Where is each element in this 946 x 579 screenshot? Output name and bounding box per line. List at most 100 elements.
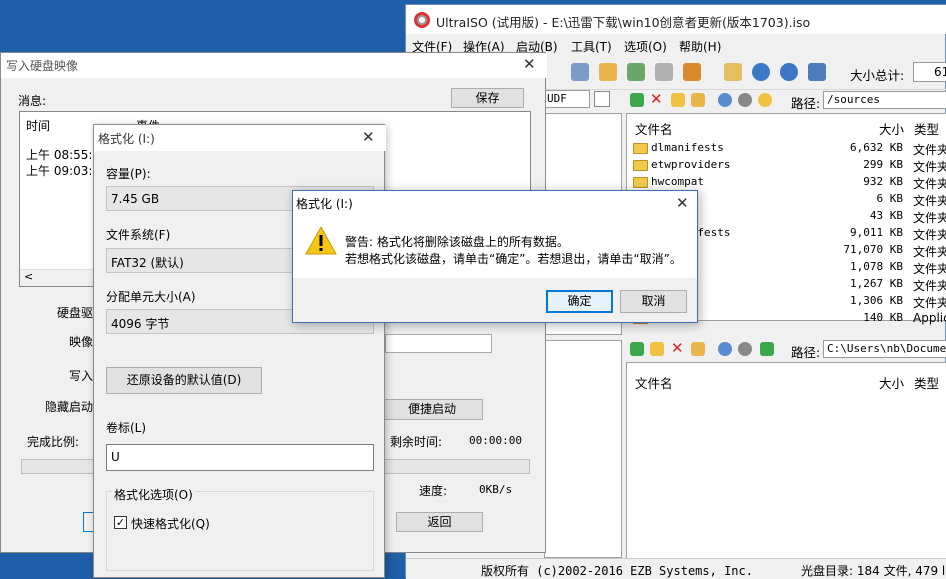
status-copyright: 版权所有 (c)2002-2016 EZB Systems, Inc. (481, 564, 753, 578)
properties-icon[interactable] (724, 63, 742, 81)
log-col-time: 时间 (26, 119, 51, 133)
new-folder-icon[interactable] (671, 93, 685, 107)
local-file-list[interactable]: 文件名 大小 类型 (626, 362, 946, 559)
new-folder-icon[interactable] (650, 342, 664, 356)
speed-label: 速度: (419, 484, 448, 498)
settings-gear-icon[interactable] (738, 93, 752, 107)
save-button[interactable]: 保存 (451, 88, 524, 108)
write-dialog-titlebar[interactable]: 写入硬盘映像 ✕ (1, 53, 547, 78)
back-button[interactable]: 返回 (396, 512, 483, 532)
ultraiso-title: UltraISO (试用版) - E:\迅雷下载\win10创意者更新(版本17… (436, 15, 811, 30)
refresh-icon[interactable] (718, 93, 732, 107)
folder-icon (633, 177, 648, 188)
file-size: 932 KB (863, 175, 903, 188)
folder-icon (633, 160, 648, 171)
quick-boot-button[interactable]: 便捷启动 (381, 399, 483, 420)
quick-format-label[interactable]: 快速格式化(Q) (131, 515, 210, 532)
warning-line-2: 若想格式化该磁盘，请单击“确定”。若想退出，请单击“取消”。 (345, 252, 682, 266)
local-tree-pane[interactable] (544, 340, 622, 558)
up-arrow-icon[interactable] (630, 93, 644, 107)
file-type: 文件夹 (913, 194, 946, 208)
exit-icon[interactable] (808, 63, 826, 81)
burn-icon[interactable] (655, 63, 673, 81)
completed-label: 完成比例: (27, 435, 80, 449)
format-warning-dialog: 格式化 (I:) ✕ 警告: 格式化将删除该磁盘上的所有数据。 若想格式化该磁盘… (292, 190, 698, 323)
ultraiso-statusbar: 版权所有 (c)2002-2016 EZB Systems, Inc. 光盘目录… (406, 558, 946, 579)
filesystem-type-field[interactable]: UDF (544, 90, 590, 108)
sync-icon[interactable] (760, 342, 774, 356)
file-name: hwcompat (651, 175, 704, 188)
volume-label-input[interactable]: U (106, 444, 374, 471)
restore-defaults-button[interactable]: 还原设备的默认值(D) (106, 367, 262, 394)
settings-gear-icon[interactable] (738, 342, 752, 356)
extract-icon[interactable] (627, 63, 645, 81)
file-size: 1,267 KB (850, 277, 903, 290)
refresh-icon[interactable] (718, 342, 732, 356)
info-icon[interactable] (752, 63, 770, 81)
message-label: 消息: (18, 94, 47, 108)
file-row[interactable]: dlmanifests 6,632 KB 文件夹 (627, 140, 946, 157)
mount-icon[interactable] (571, 63, 589, 81)
local-path-field[interactable]: C:\Users\nb\Documents (823, 340, 946, 358)
filesystem-label: 文件系统(F) (106, 228, 171, 242)
col-header-type[interactable]: 类型 (914, 373, 939, 392)
local-files-toolbar: ✕ 路径: C:\Users\nb\Documents (626, 339, 946, 361)
write-method-label: 写入 (69, 369, 94, 383)
col-header-type[interactable]: 类型 (914, 119, 939, 138)
filesystem-check-icon[interactable] (594, 91, 610, 107)
ultraiso-titlebar[interactable]: UltraISO (试用版) - E:\迅雷下载\win10创意者更新(版本17… (406, 5, 946, 34)
iso-files-toolbar: ✕ 路径: /sources (626, 90, 946, 112)
quick-format-checkbox[interactable]: ✓ (114, 516, 127, 529)
col-header-name[interactable]: 文件名 (635, 119, 673, 138)
path-label-bottom: 路径: (791, 345, 821, 360)
file-type: 文件夹 (913, 262, 946, 276)
menu-help[interactable]: 帮助(H) (679, 38, 721, 55)
rename-icon[interactable] (691, 342, 705, 356)
folder-icon (633, 143, 648, 154)
file-row[interactable]: hwcompat 932 KB 文件夹 (627, 174, 946, 191)
format-options-label: 格式化选项(O) (112, 486, 195, 503)
warning-dialog-title: 格式化 (I:) (296, 197, 353, 211)
scroll-left-icon[interactable]: < (24, 270, 33, 283)
close-icon[interactable]: ✕ (523, 55, 536, 73)
rename-icon[interactable] (691, 93, 705, 107)
iso-path-field[interactable]: /sources (823, 91, 946, 109)
col-header-name[interactable]: 文件名 (635, 373, 673, 392)
menu-options[interactable]: 选项(O) (624, 38, 667, 55)
delete-icon[interactable]: ✕ (650, 90, 663, 108)
volume-label-label: 卷标(L) (106, 421, 147, 435)
status-disc-info: 光盘目录: 184 文件, 479 l (801, 564, 946, 578)
capacity-label: 容量(P): (106, 167, 151, 181)
help-icon[interactable] (780, 63, 798, 81)
format-panel-title: 格式化 (I:) (98, 132, 155, 146)
compress-icon[interactable] (683, 63, 701, 81)
file-size: 299 KB (863, 158, 903, 171)
path-label-top: 路径: (791, 96, 821, 111)
delete-icon[interactable]: ✕ (671, 339, 684, 357)
disk-drive-label: 硬盘驱 (57, 306, 94, 320)
ok-button[interactable]: 确定 (546, 290, 613, 313)
format-panel-titlebar[interactable]: 格式化 (I:) ✕ (94, 125, 386, 151)
file-size: 1,306 KB (850, 294, 903, 307)
remaining-time-label: 剩余时间: (390, 435, 443, 449)
close-icon[interactable]: ✕ (362, 128, 375, 146)
file-size: 140 KB (863, 311, 903, 324)
up-arrow-icon[interactable] (630, 342, 644, 356)
menu-tools[interactable]: 工具(T) (571, 38, 612, 55)
close-icon[interactable]: ✕ (676, 194, 689, 212)
file-size: 71,070 KB (843, 243, 903, 256)
file-size: 6 KB (876, 192, 904, 205)
file-name: dlmanifests (651, 141, 724, 154)
open-folder-icon[interactable] (599, 63, 617, 81)
col-header-size[interactable]: 大小 (879, 119, 904, 138)
view-icon[interactable] (758, 93, 772, 107)
file-type: 文件夹 (913, 211, 946, 225)
image-file-field[interactable] (385, 334, 492, 353)
allocation-unit-label: 分配单元大小(A) (106, 290, 196, 304)
hidden-boot-label: 隐藏启动 (45, 400, 94, 414)
file-row[interactable]: etwproviders 299 KB 文件夹 (627, 157, 946, 174)
file-size: 9,011 KB (850, 226, 903, 239)
cancel-button[interactable]: 取消 (620, 290, 687, 313)
col-header-size[interactable]: 大小 (879, 373, 904, 392)
file-type: 文件夹 (913, 160, 946, 174)
